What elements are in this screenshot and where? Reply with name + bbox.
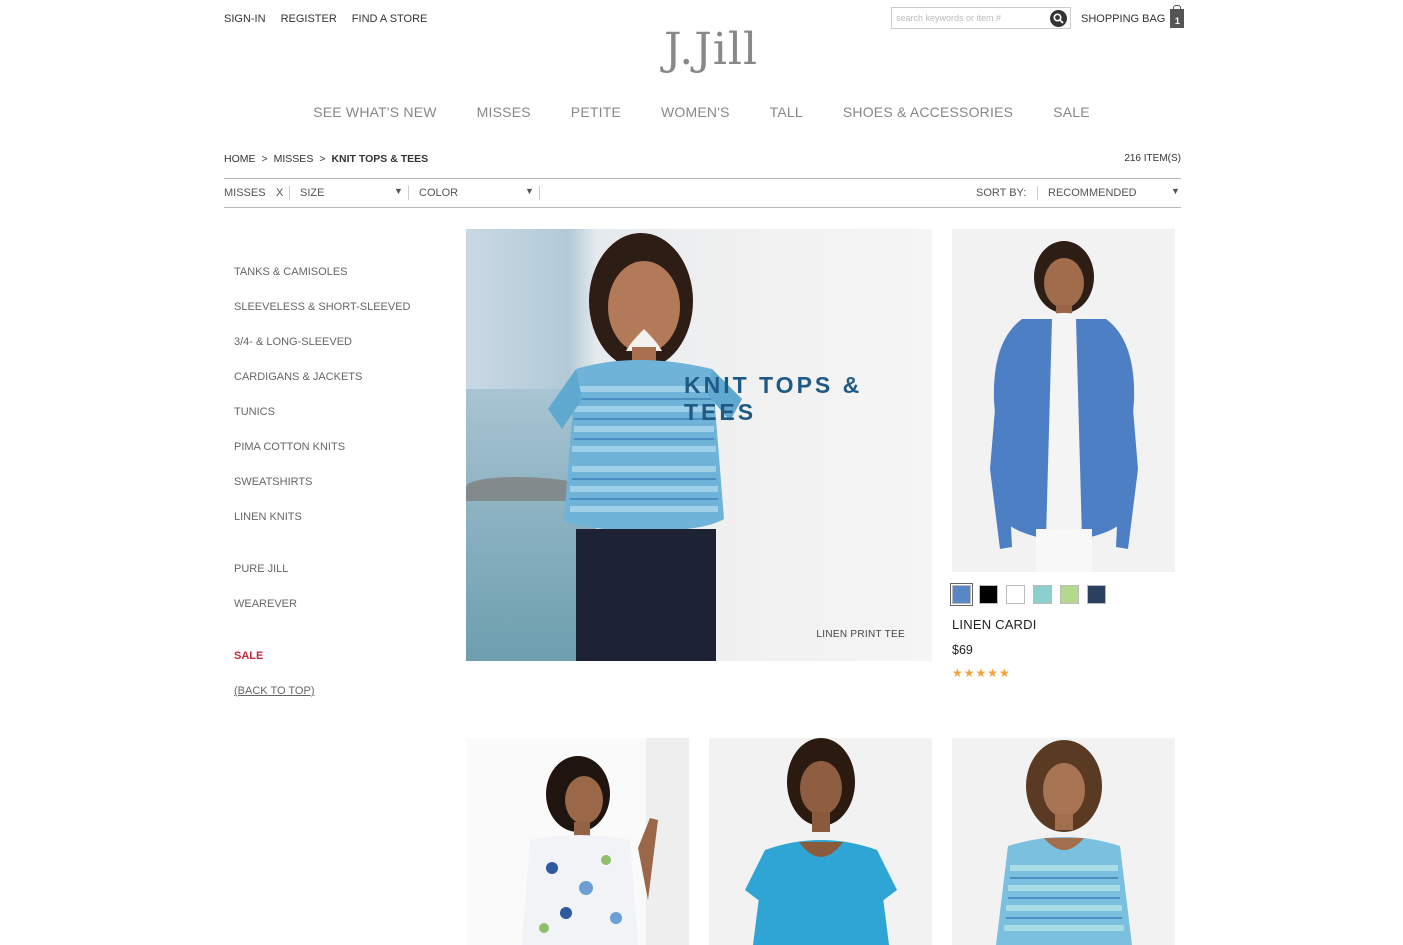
search-box xyxy=(891,7,1071,29)
product-image[interactable] xyxy=(709,738,932,945)
nav-item-sale[interactable]: SALE xyxy=(1053,104,1090,120)
star-rating-icon[interactable]: ★★★★★ xyxy=(952,666,1106,680)
product-image[interactable] xyxy=(952,229,1175,572)
breadcrumb-current: KNIT TOPS & TEES xyxy=(331,153,429,165)
hero-banner[interactable]: KNIT TOPS & TEES LINEN PRINT TEE xyxy=(466,229,932,661)
breadcrumb-separator: > xyxy=(319,153,326,165)
filter-bar: MISSES X SIZE ▼ COLOR ▼ SORT BY: RECOMME… xyxy=(224,178,1181,208)
sidebar-item-tanks[interactable]: TANKS & CAMISOLES xyxy=(234,266,348,278)
sort-dropdown[interactable]: RECOMMENDED xyxy=(1048,187,1137,199)
shopping-bag-label: SHOPPING BAG xyxy=(1081,12,1166,25)
chevron-down-icon[interactable]: ▼ xyxy=(1171,186,1180,196)
sidebar-item-pima-cotton[interactable]: PIMA COTTON KNITS xyxy=(234,441,345,453)
find-store-link[interactable]: FIND A STORE xyxy=(352,13,428,25)
swatch-black[interactable] xyxy=(979,585,998,604)
chevron-down-icon[interactable]: ▼ xyxy=(525,186,534,196)
sidebar-item-sale[interactable]: SALE xyxy=(234,650,263,662)
filter-divider xyxy=(408,186,409,200)
nav-item-tall[interactable]: TALL xyxy=(770,104,803,120)
site-logo[interactable]: J.Jill xyxy=(664,24,758,75)
color-filter-dropdown[interactable]: COLOR xyxy=(419,187,458,199)
swatch-lime[interactable] xyxy=(1060,585,1079,604)
sidebar-item-wearever[interactable]: WEAREVER xyxy=(234,598,297,610)
sort-by-label: SORT BY: xyxy=(976,187,1027,199)
swatch-aqua[interactable] xyxy=(1033,585,1052,604)
filter-divider xyxy=(289,186,290,200)
sidebar-item-linen-knits[interactable]: LINEN KNITS xyxy=(234,511,302,523)
back-to-top-link[interactable]: (BACK TO TOP) xyxy=(234,685,315,697)
nav-item-petite[interactable]: PETITE xyxy=(571,104,621,120)
breadcrumb-separator: > xyxy=(261,153,268,165)
bag-count: 1 xyxy=(1174,16,1180,26)
swatch-navy[interactable] xyxy=(1087,585,1106,604)
product-price: $69 xyxy=(952,643,973,657)
search-input[interactable] xyxy=(892,13,1042,23)
product-name[interactable]: LINEN CARDI xyxy=(952,617,1106,632)
product-model-image xyxy=(745,738,897,945)
nav-item-womens[interactable]: WOMEN'S xyxy=(661,104,730,120)
register-link[interactable]: REGISTER xyxy=(281,13,337,25)
filter-misses-tag: MISSES xyxy=(224,187,266,199)
sidebar-item-sleeveless[interactable]: SLEEVELESS & SHORT-SLEEVED xyxy=(234,301,410,313)
hero-caption[interactable]: LINEN PRINT TEE xyxy=(816,629,905,640)
sidebar-item-pure-jill[interactable]: PURE JILL xyxy=(234,563,288,575)
remove-filter-button[interactable]: X xyxy=(276,187,283,199)
main-nav: SEE WHAT'S NEW MISSES PETITE WOMEN'S TAL… xyxy=(0,104,1403,120)
breadcrumb-misses[interactable]: MISSES xyxy=(274,153,314,165)
item-count: 216 ITEM(S) xyxy=(1124,153,1181,164)
shopping-bag-link[interactable]: SHOPPING BAG 1 xyxy=(1081,5,1185,28)
sidebar-item-sweatshirts[interactable]: SWEATSHIRTS xyxy=(234,476,312,488)
nav-item-whats-new[interactable]: SEE WHAT'S NEW xyxy=(313,104,436,120)
filter-divider xyxy=(539,186,540,200)
product-image[interactable] xyxy=(466,738,689,945)
shopping-bag-icon: 1 xyxy=(1170,5,1185,28)
product-image[interactable] xyxy=(952,738,1175,945)
sidebar-item-long-sleeved[interactable]: 3/4- & LONG-SLEEVED xyxy=(234,336,352,348)
color-swatches xyxy=(950,583,1106,606)
swatch-white[interactable] xyxy=(1006,585,1025,604)
swatch-blue[interactable] xyxy=(950,583,973,606)
nav-item-misses[interactable]: MISSES xyxy=(477,104,531,120)
chevron-down-icon[interactable]: ▼ xyxy=(394,186,403,196)
product-info: LINEN CARDI $69 ★★★★★ xyxy=(950,583,1106,680)
product-model-image xyxy=(522,738,689,945)
breadcrumb-home[interactable]: HOME xyxy=(224,153,256,165)
hero-model-image xyxy=(548,233,742,661)
search-icon[interactable] xyxy=(1050,10,1067,27)
utility-links: SIGN-IN REGISTER FIND A STORE xyxy=(224,13,427,25)
product-model-image xyxy=(990,241,1138,572)
breadcrumb: HOME > MISSES > KNIT TOPS & TEES xyxy=(224,153,428,165)
nav-item-shoes-accessories[interactable]: SHOES & ACCESSORIES xyxy=(843,104,1013,120)
sign-in-link[interactable]: SIGN-IN xyxy=(224,13,266,25)
size-filter-dropdown[interactable]: SIZE xyxy=(300,187,324,199)
sidebar-item-tunics[interactable]: TUNICS xyxy=(234,406,275,418)
hero-title: KNIT TOPS & TEES xyxy=(684,372,863,425)
sidebar-item-cardigans[interactable]: CARDIGANS & JACKETS xyxy=(234,371,362,383)
product-model-image xyxy=(996,740,1132,945)
filter-divider xyxy=(1037,186,1038,200)
